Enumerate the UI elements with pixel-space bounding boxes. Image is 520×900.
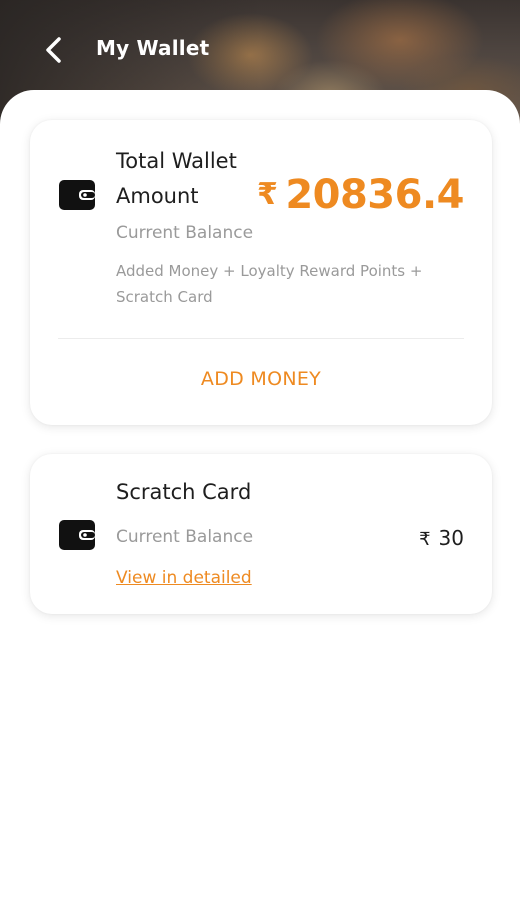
wallet-title: Total Wallet Amount <box>116 149 237 208</box>
scratch-card-card: Scratch Card Current Balance ₹30 View in… <box>30 454 492 614</box>
scratch-card-amount-value: 30 <box>438 526 464 550</box>
add-money-button[interactable]: ADD MONEY <box>30 368 492 390</box>
back-button[interactable] <box>36 30 72 70</box>
currency-symbol: ₹ <box>256 177 278 212</box>
wallet-description: Added Money + Loyalty Reward Points + Sc… <box>116 262 423 306</box>
scratch-card-amount: ₹30 <box>419 526 464 550</box>
scratch-card-subtitle: Current Balance <box>116 527 254 547</box>
currency-symbol: ₹ <box>419 529 431 550</box>
wallet-icon <box>59 180 95 210</box>
view-detailed-link[interactable]: View in detailed <box>116 568 252 588</box>
total-wallet-card: Total Wallet Amount ₹20836.4 Current Bal… <box>30 120 492 425</box>
content-panel: Total Wallet Amount ₹20836.4 Current Bal… <box>0 90 520 900</box>
divider <box>58 338 464 339</box>
wallet-amount: ₹20836.4 <box>256 172 465 218</box>
wallet-subtitle: Current Balance <box>116 223 254 243</box>
scratch-card-title: Scratch Card <box>116 480 252 504</box>
page-title: My Wallet <box>96 36 210 60</box>
wallet-amount-value: 20836.4 <box>285 172 464 218</box>
chevron-left-icon <box>46 37 61 63</box>
wallet-icon <box>59 520 95 550</box>
